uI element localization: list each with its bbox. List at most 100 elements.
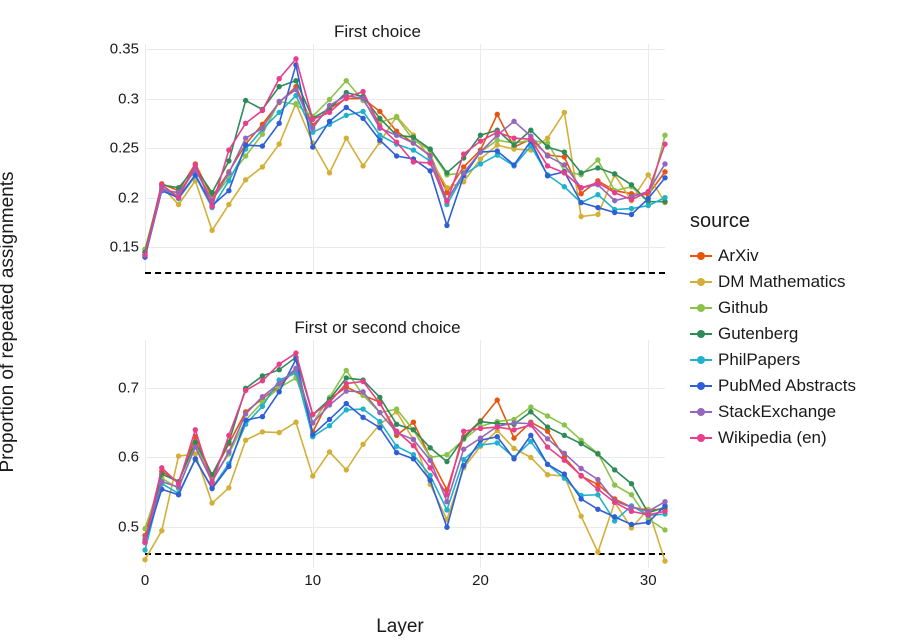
- legend-item-PhilPapers: PhilPapers: [690, 347, 856, 373]
- series-point: [629, 522, 634, 527]
- series-point: [646, 189, 651, 194]
- series-point: [562, 110, 567, 115]
- series-point: [293, 78, 298, 83]
- series-point: [394, 444, 399, 449]
- series-point: [444, 459, 449, 464]
- series-point: [545, 153, 550, 158]
- figure-root: Proportion of repeated assignments Layer…: [0, 0, 897, 644]
- series-point: [276, 121, 281, 126]
- series-point: [260, 429, 265, 434]
- series-point: [327, 170, 332, 175]
- series-point: [646, 172, 651, 177]
- series-point: [226, 170, 231, 175]
- series-point: [226, 147, 231, 152]
- series-point: [562, 458, 567, 463]
- legend-swatch-icon: [690, 271, 712, 293]
- series-point: [444, 185, 449, 190]
- series-point: [461, 463, 466, 468]
- series-point: [511, 119, 516, 124]
- series-point: [310, 420, 315, 425]
- series-point: [511, 135, 516, 140]
- series-point: [293, 420, 298, 425]
- series-point: [461, 151, 466, 156]
- x-axis-label: Layer: [376, 616, 424, 638]
- panel-title-bottom: First or second choice: [294, 318, 460, 338]
- panel-title-top: First choice: [334, 22, 421, 42]
- series-point: [344, 388, 349, 393]
- series-point: [276, 361, 281, 366]
- series-point: [142, 557, 147, 562]
- series-point: [377, 116, 382, 121]
- series-point: [394, 153, 399, 158]
- series-point: [595, 180, 600, 185]
- series-point: [578, 214, 583, 219]
- series-point: [646, 512, 651, 517]
- series-point: [310, 432, 315, 437]
- series-point: [444, 492, 449, 497]
- series-point: [243, 437, 248, 442]
- series-point: [360, 109, 365, 114]
- series-point: [511, 435, 516, 440]
- y-tick: 0.2: [118, 189, 139, 206]
- series-point: [344, 375, 349, 380]
- series-point: [578, 170, 583, 175]
- series-line: [145, 65, 665, 257]
- series-point: [327, 119, 332, 124]
- series-point: [545, 144, 550, 149]
- series-point: [411, 456, 416, 461]
- series-point: [276, 84, 281, 89]
- series-point: [427, 458, 432, 463]
- series-point: [360, 116, 365, 121]
- series-point: [344, 381, 349, 386]
- series-line: [145, 412, 665, 561]
- series-point: [377, 124, 382, 129]
- series-point: [344, 401, 349, 406]
- series-point: [612, 500, 617, 505]
- series-point: [595, 507, 600, 512]
- series-point: [511, 427, 516, 432]
- legend-items: ArXivDM MathematicsGithubGutenbergPhilPa…: [690, 243, 856, 451]
- series-point: [629, 481, 634, 486]
- series-point: [545, 462, 550, 467]
- legend-item-label: PhilPapers: [718, 350, 800, 370]
- series-point: [478, 156, 483, 161]
- series-point: [478, 426, 483, 431]
- series-point: [260, 108, 265, 113]
- series-point: [176, 195, 181, 200]
- series-point: [293, 56, 298, 61]
- series-point: [293, 87, 298, 92]
- y-tick: 0.35: [110, 40, 139, 57]
- legend-item-label: Gutenberg: [718, 324, 798, 344]
- series-point: [461, 164, 466, 169]
- series-point: [193, 456, 198, 461]
- series-point: [360, 379, 365, 384]
- series-point: [142, 252, 147, 257]
- series-point: [444, 199, 449, 204]
- series-point: [260, 378, 265, 383]
- series-point: [545, 424, 550, 429]
- series-point: [427, 153, 432, 158]
- series-point: [411, 443, 416, 448]
- series-point: [360, 406, 365, 411]
- series-point: [578, 513, 583, 518]
- legend-swatch-icon: [690, 245, 712, 267]
- series-point: [612, 467, 617, 472]
- series-point: [495, 424, 500, 429]
- series-point: [260, 164, 265, 169]
- series-point: [528, 433, 533, 438]
- series-point: [495, 142, 500, 147]
- series-point: [411, 159, 416, 164]
- series-point: [478, 149, 483, 154]
- series-point: [595, 192, 600, 197]
- legend-swatch-icon: [690, 401, 712, 423]
- series-point: [209, 228, 214, 233]
- series-point: [528, 136, 533, 141]
- x-tick: 10: [304, 572, 321, 589]
- series-point: [662, 195, 667, 200]
- series-point: [662, 161, 667, 166]
- series-point: [562, 170, 567, 175]
- series-point: [276, 367, 281, 372]
- series-point: [411, 147, 416, 152]
- series-point: [193, 427, 198, 432]
- series-point: [511, 420, 516, 425]
